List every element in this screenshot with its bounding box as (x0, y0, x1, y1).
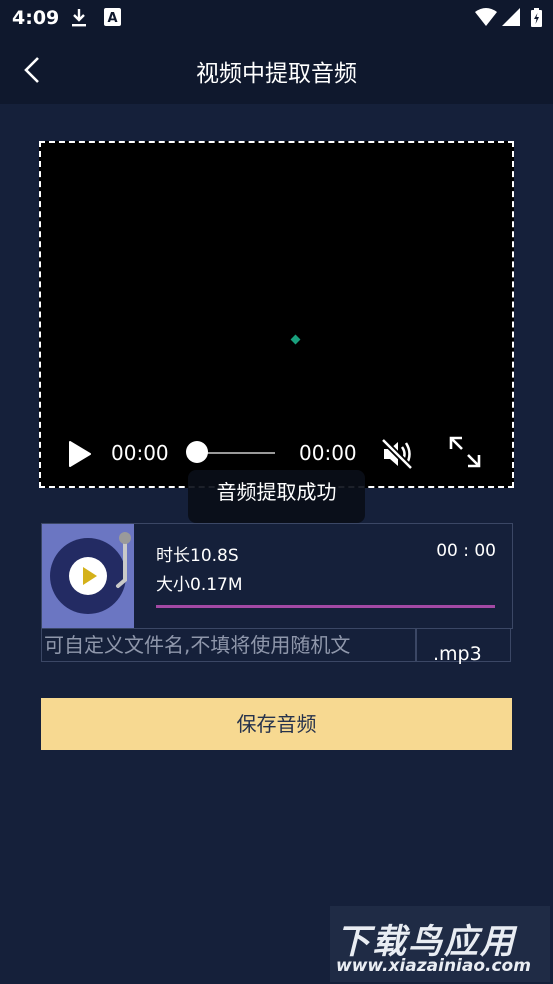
audio-size: 大小0.17M (156, 575, 243, 595)
svg-text:A: A (107, 11, 117, 26)
download-icon (72, 9, 86, 27)
video-player[interactable]: 00:00 00:00 (39, 141, 514, 488)
watermark-logo: 下载鸟应用 www.xiazainiao.com (330, 906, 550, 982)
video-controls: 00:00 00:00 (41, 435, 512, 473)
audio-thumbnail[interactable] (42, 524, 134, 628)
file-extension: .mp3 (433, 643, 482, 665)
watermark-line2: www.xiazainiao.com (336, 956, 531, 976)
audio-play-time: 00 : 00 (436, 541, 496, 561)
wifi-icon (475, 8, 497, 26)
battery-icon (531, 8, 542, 27)
filename-input[interactable] (41, 628, 416, 662)
audio-progress-fill (156, 605, 495, 608)
a-badge-icon: A (104, 8, 121, 26)
mute-icon[interactable] (380, 437, 414, 471)
current-time: 00:00 (111, 441, 169, 465)
total-time: 00:00 (299, 441, 357, 465)
play-icon[interactable] (67, 441, 91, 467)
status-bar: 4:09 A (0, 0, 553, 36)
video-frame-dot (290, 334, 301, 345)
toast-message: 音频提取成功 (188, 470, 365, 523)
audio-duration: 时长10.8S (156, 546, 239, 566)
audio-item: 时长10.8S 大小0.17M 00 : 00 (41, 523, 513, 629)
page-title: 视频中提取音频 (196, 61, 357, 87)
app-bar: 视频中提取音频 (0, 36, 553, 104)
seek-handle[interactable] (186, 441, 208, 463)
fullscreen-icon[interactable] (448, 435, 482, 469)
vinyl-record-icon (50, 532, 131, 614)
status-time: 4:09 (12, 7, 60, 29)
save-audio-button[interactable]: 保存音频 (41, 698, 512, 750)
signal-icon (502, 8, 520, 26)
audio-progress-bar[interactable] (156, 605, 495, 608)
